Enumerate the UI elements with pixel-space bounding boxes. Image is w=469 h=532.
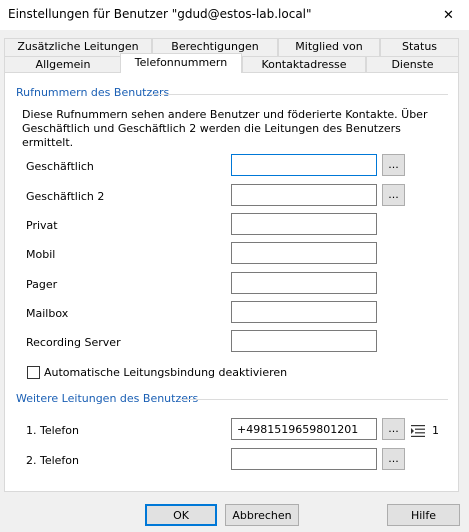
auto-line-binding-label[interactable]: Automatische Leitungsbindung deaktiviere… — [44, 366, 287, 379]
geschaeftlich-2-input[interactable] — [231, 184, 377, 206]
label-mailbox: Mailbox — [26, 307, 69, 320]
label-telefon-1: 1. Telefon — [26, 424, 80, 437]
numbers-section-title: Rufnummern des Benutzers — [16, 86, 170, 99]
label-pager: Pager — [26, 278, 58, 291]
mobil-input[interactable] — [231, 242, 377, 264]
geschaeftlich-2-browse-button[interactable]: ... — [382, 184, 405, 206]
ok-button[interactable]: OK — [145, 504, 217, 526]
label-geschaeftlich-2: Geschäftlich 2 — [26, 190, 105, 203]
label-privat: Privat — [26, 219, 58, 232]
telefon-1-input[interactable] — [231, 418, 377, 440]
label-recording-server: Recording Server — [26, 336, 121, 349]
geschaeftlich-browse-button[interactable]: ... — [382, 154, 405, 176]
telefon-2-browse-button[interactable]: ... — [382, 448, 405, 470]
label-telefon-2: 2. Telefon — [26, 454, 80, 467]
numbers-description: Diese Rufnummern sehen andere Benutzer u… — [22, 108, 428, 149]
privat-input[interactable] — [231, 213, 377, 235]
telefon-1-browse-button[interactable]: ... — [382, 418, 405, 440]
label-mobil: Mobil — [26, 248, 56, 261]
mailbox-input[interactable] — [231, 301, 377, 323]
pager-input[interactable] — [231, 272, 377, 294]
auto-line-binding-checkbox[interactable] — [27, 366, 40, 379]
lines-section-title: Weitere Leitungen des Benutzers — [16, 392, 199, 405]
cancel-button[interactable]: Abbrechen — [225, 504, 299, 526]
recording-server-input[interactable] — [231, 330, 377, 352]
telefon-2-input[interactable] — [231, 448, 377, 470]
geschaeftlich-input[interactable] — [231, 154, 377, 176]
line-count: 1 — [432, 424, 439, 437]
list-icon[interactable] — [411, 425, 425, 437]
section-divider — [180, 399, 448, 400]
help-button[interactable]: Hilfe — [387, 504, 460, 526]
section-divider — [150, 94, 448, 95]
label-geschaeftlich: Geschäftlich — [26, 160, 94, 173]
